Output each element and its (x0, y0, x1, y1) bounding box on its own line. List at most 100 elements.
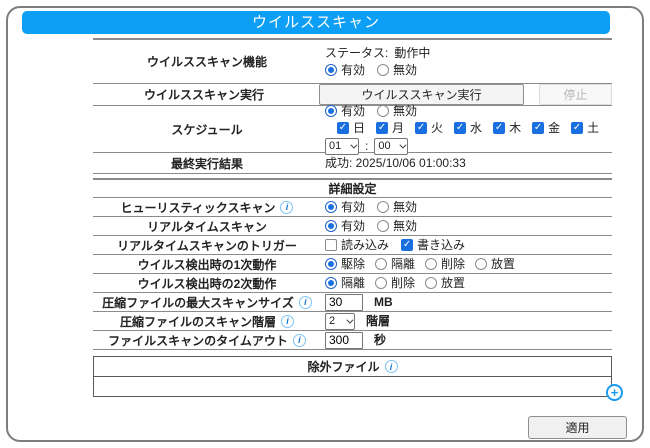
day-fri-checkbox[interactable]: ✓ 金 (532, 121, 560, 136)
radio-checked-icon[interactable] (325, 258, 337, 270)
stop-scan-button: 停止 (539, 84, 612, 105)
page-title: ウイルススキャン (22, 11, 610, 34)
radio-unchecked-icon[interactable] (377, 64, 389, 76)
radio-checked-icon[interactable] (325, 201, 337, 213)
day-sun-checkbox[interactable]: ✓ 日 (337, 121, 365, 136)
scan-depth-unit: 階層 (366, 314, 390, 329)
hour-select[interactable]: 01 (325, 138, 359, 155)
detail-section-title: 詳細設定 (93, 180, 612, 198)
checkbox-checked-icon[interactable]: ✓ (571, 122, 583, 134)
checkbox-checked-icon[interactable]: ✓ (493, 122, 505, 134)
max-scan-size-label: 圧縮ファイルの最大スキャンサイズ (102, 294, 294, 311)
row-heuristic-scan: ヒューリスティックスキャン i 有効 無効 (93, 198, 612, 217)
checkbox-unchecked-icon[interactable] (325, 239, 337, 251)
primary-action-delete-radio[interactable]: 削除 (425, 257, 465, 272)
function-disabled-radio[interactable]: 無効 (377, 63, 417, 78)
scan-timeout-input[interactable] (325, 332, 363, 349)
row-last-result: 最終実行結果 成功: 2025/10/06 01:00:33 (93, 153, 612, 174)
radio-unchecked-icon[interactable] (475, 258, 487, 270)
checkbox-checked-icon[interactable]: ✓ (532, 122, 544, 134)
last-result-value: 成功: 2025/10/06 01:00:33 (325, 156, 466, 171)
exclusion-empty-row (94, 377, 611, 396)
row-scan-timeout: ファイルスキャンのタイムアウト i 秒 (93, 331, 612, 350)
day-thu-checkbox[interactable]: ✓ 木 (493, 121, 521, 136)
status-value: 動作中 (394, 46, 430, 61)
checkbox-checked-icon[interactable]: ✓ (376, 122, 388, 134)
hour-value: 01 (329, 139, 341, 154)
row-scan-depth: 圧縮ファイルのスキャン階層 i 2 階層 (93, 312, 612, 331)
trigger-write-checkbox[interactable]: ✓ 書き込み (401, 238, 465, 253)
day-sat-label: 土 (587, 121, 599, 136)
day-wed-label: 水 (470, 121, 482, 136)
scan-timeout-unit: 秒 (374, 333, 386, 348)
scan-depth-label: 圧縮ファイルのスキャン階層 (120, 313, 276, 330)
secondary-action-label: ウイルス検出時の2次動作 (138, 275, 277, 292)
radio-checked-icon[interactable] (325, 105, 337, 117)
run-scan-button[interactable]: ウイルススキャン実行 (319, 84, 524, 105)
heuristic-enabled-radio[interactable]: 有効 (325, 200, 365, 215)
checkbox-checked-icon[interactable]: ✓ (337, 122, 349, 134)
schedule-disabled-radio[interactable]: 無効 (377, 104, 417, 119)
schedule-disabled-label: 無効 (393, 104, 417, 119)
secondary-action-delete-radio[interactable]: 削除 (375, 276, 415, 291)
heuristic-disabled-radio[interactable]: 無効 (377, 200, 417, 215)
schedule-enabled-label: 有効 (341, 104, 365, 119)
day-sat-checkbox[interactable]: ✓ 土 (571, 121, 599, 136)
schedule-enabled-radio[interactable]: 有効 (325, 104, 365, 119)
secondary-action-ignore-radio[interactable]: 放置 (425, 276, 465, 291)
max-scan-size-input[interactable] (325, 294, 363, 311)
info-icon[interactable]: i (293, 334, 306, 347)
primary-action-clean-radio[interactable]: 駆除 (325, 257, 365, 272)
primary-action-quarantine-radio[interactable]: 隔離 (375, 257, 415, 272)
day-wed-checkbox[interactable]: ✓ 水 (454, 121, 482, 136)
schedule-label: スケジュール (93, 121, 321, 138)
row-realtime-trigger: リアルタイムスキャンのトリガー 読み込み ✓ 書き込み (93, 236, 612, 255)
general-section: ウイルススキャン機能 ステータス: 動作中 有効 無効 (93, 38, 612, 174)
trigger-read-checkbox[interactable]: 読み込み (325, 238, 389, 253)
row-virus-scan-function: ウイルススキャン機能 ステータス: 動作中 有効 無効 (93, 40, 612, 84)
plus-icon: + (611, 386, 619, 399)
function-enabled-label: 有効 (341, 63, 365, 78)
day-thu-label: 木 (509, 121, 521, 136)
info-icon[interactable]: i (280, 201, 293, 214)
detail-section: 詳細設定 ヒューリスティックスキャン i 有効 無効 (93, 178, 612, 350)
radio-unchecked-icon[interactable] (377, 220, 389, 232)
row-secondary-action: ウイルス検出時の2次動作 隔離 削除 放置 (93, 274, 612, 293)
radio-checked-icon[interactable] (325, 220, 337, 232)
radio-unchecked-icon[interactable] (425, 277, 437, 289)
day-tue-checkbox[interactable]: ✓ 火 (415, 121, 443, 136)
radio-checked-icon[interactable] (325, 64, 337, 76)
row-primary-action: ウイルス検出時の1次動作 駆除 隔離 削除 (93, 255, 612, 274)
time-separator: : (365, 139, 368, 154)
info-icon[interactable]: i (281, 315, 294, 328)
realtime-enabled-radio[interactable]: 有効 (325, 219, 365, 234)
minute-value: 00 (378, 139, 390, 154)
checkbox-checked-icon[interactable]: ✓ (401, 239, 413, 251)
exclusion-title: 除外ファイル (307, 357, 379, 377)
radio-unchecked-icon[interactable] (425, 258, 437, 270)
radio-unchecked-icon[interactable] (377, 201, 389, 213)
add-exclusion-button[interactable]: + (606, 384, 623, 401)
realtime-disabled-radio[interactable]: 無効 (377, 219, 417, 234)
info-icon[interactable]: i (385, 360, 398, 373)
checkbox-checked-icon[interactable]: ✓ (415, 122, 427, 134)
minute-select[interactable]: 00 (374, 138, 408, 155)
scan-depth-select[interactable]: 2 (325, 313, 355, 330)
day-mon-checkbox[interactable]: ✓ 月 (376, 121, 404, 136)
virus-scan-execute-label: ウイルススキャン実行 (93, 86, 315, 103)
radio-unchecked-icon[interactable] (375, 277, 387, 289)
radio-unchecked-icon[interactable] (377, 105, 389, 117)
function-enabled-radio[interactable]: 有効 (325, 63, 365, 78)
day-mon-label: 月 (392, 121, 404, 136)
secondary-action-quarantine-radio[interactable]: 隔離 (325, 276, 365, 291)
primary-action-ignore-radio[interactable]: 放置 (475, 257, 515, 272)
apply-button[interactable]: 適用 (528, 416, 627, 439)
radio-unchecked-icon[interactable] (375, 258, 387, 270)
realtime-scan-label: リアルタイムスキャン (147, 218, 267, 235)
day-fri-label: 金 (548, 121, 560, 136)
checkbox-checked-icon[interactable]: ✓ (454, 122, 466, 134)
radio-checked-icon[interactable] (325, 277, 337, 289)
info-icon[interactable]: i (299, 296, 312, 309)
chevron-down-icon (400, 141, 407, 148)
row-max-scan-size: 圧縮ファイルの最大スキャンサイズ i MB (93, 293, 612, 312)
